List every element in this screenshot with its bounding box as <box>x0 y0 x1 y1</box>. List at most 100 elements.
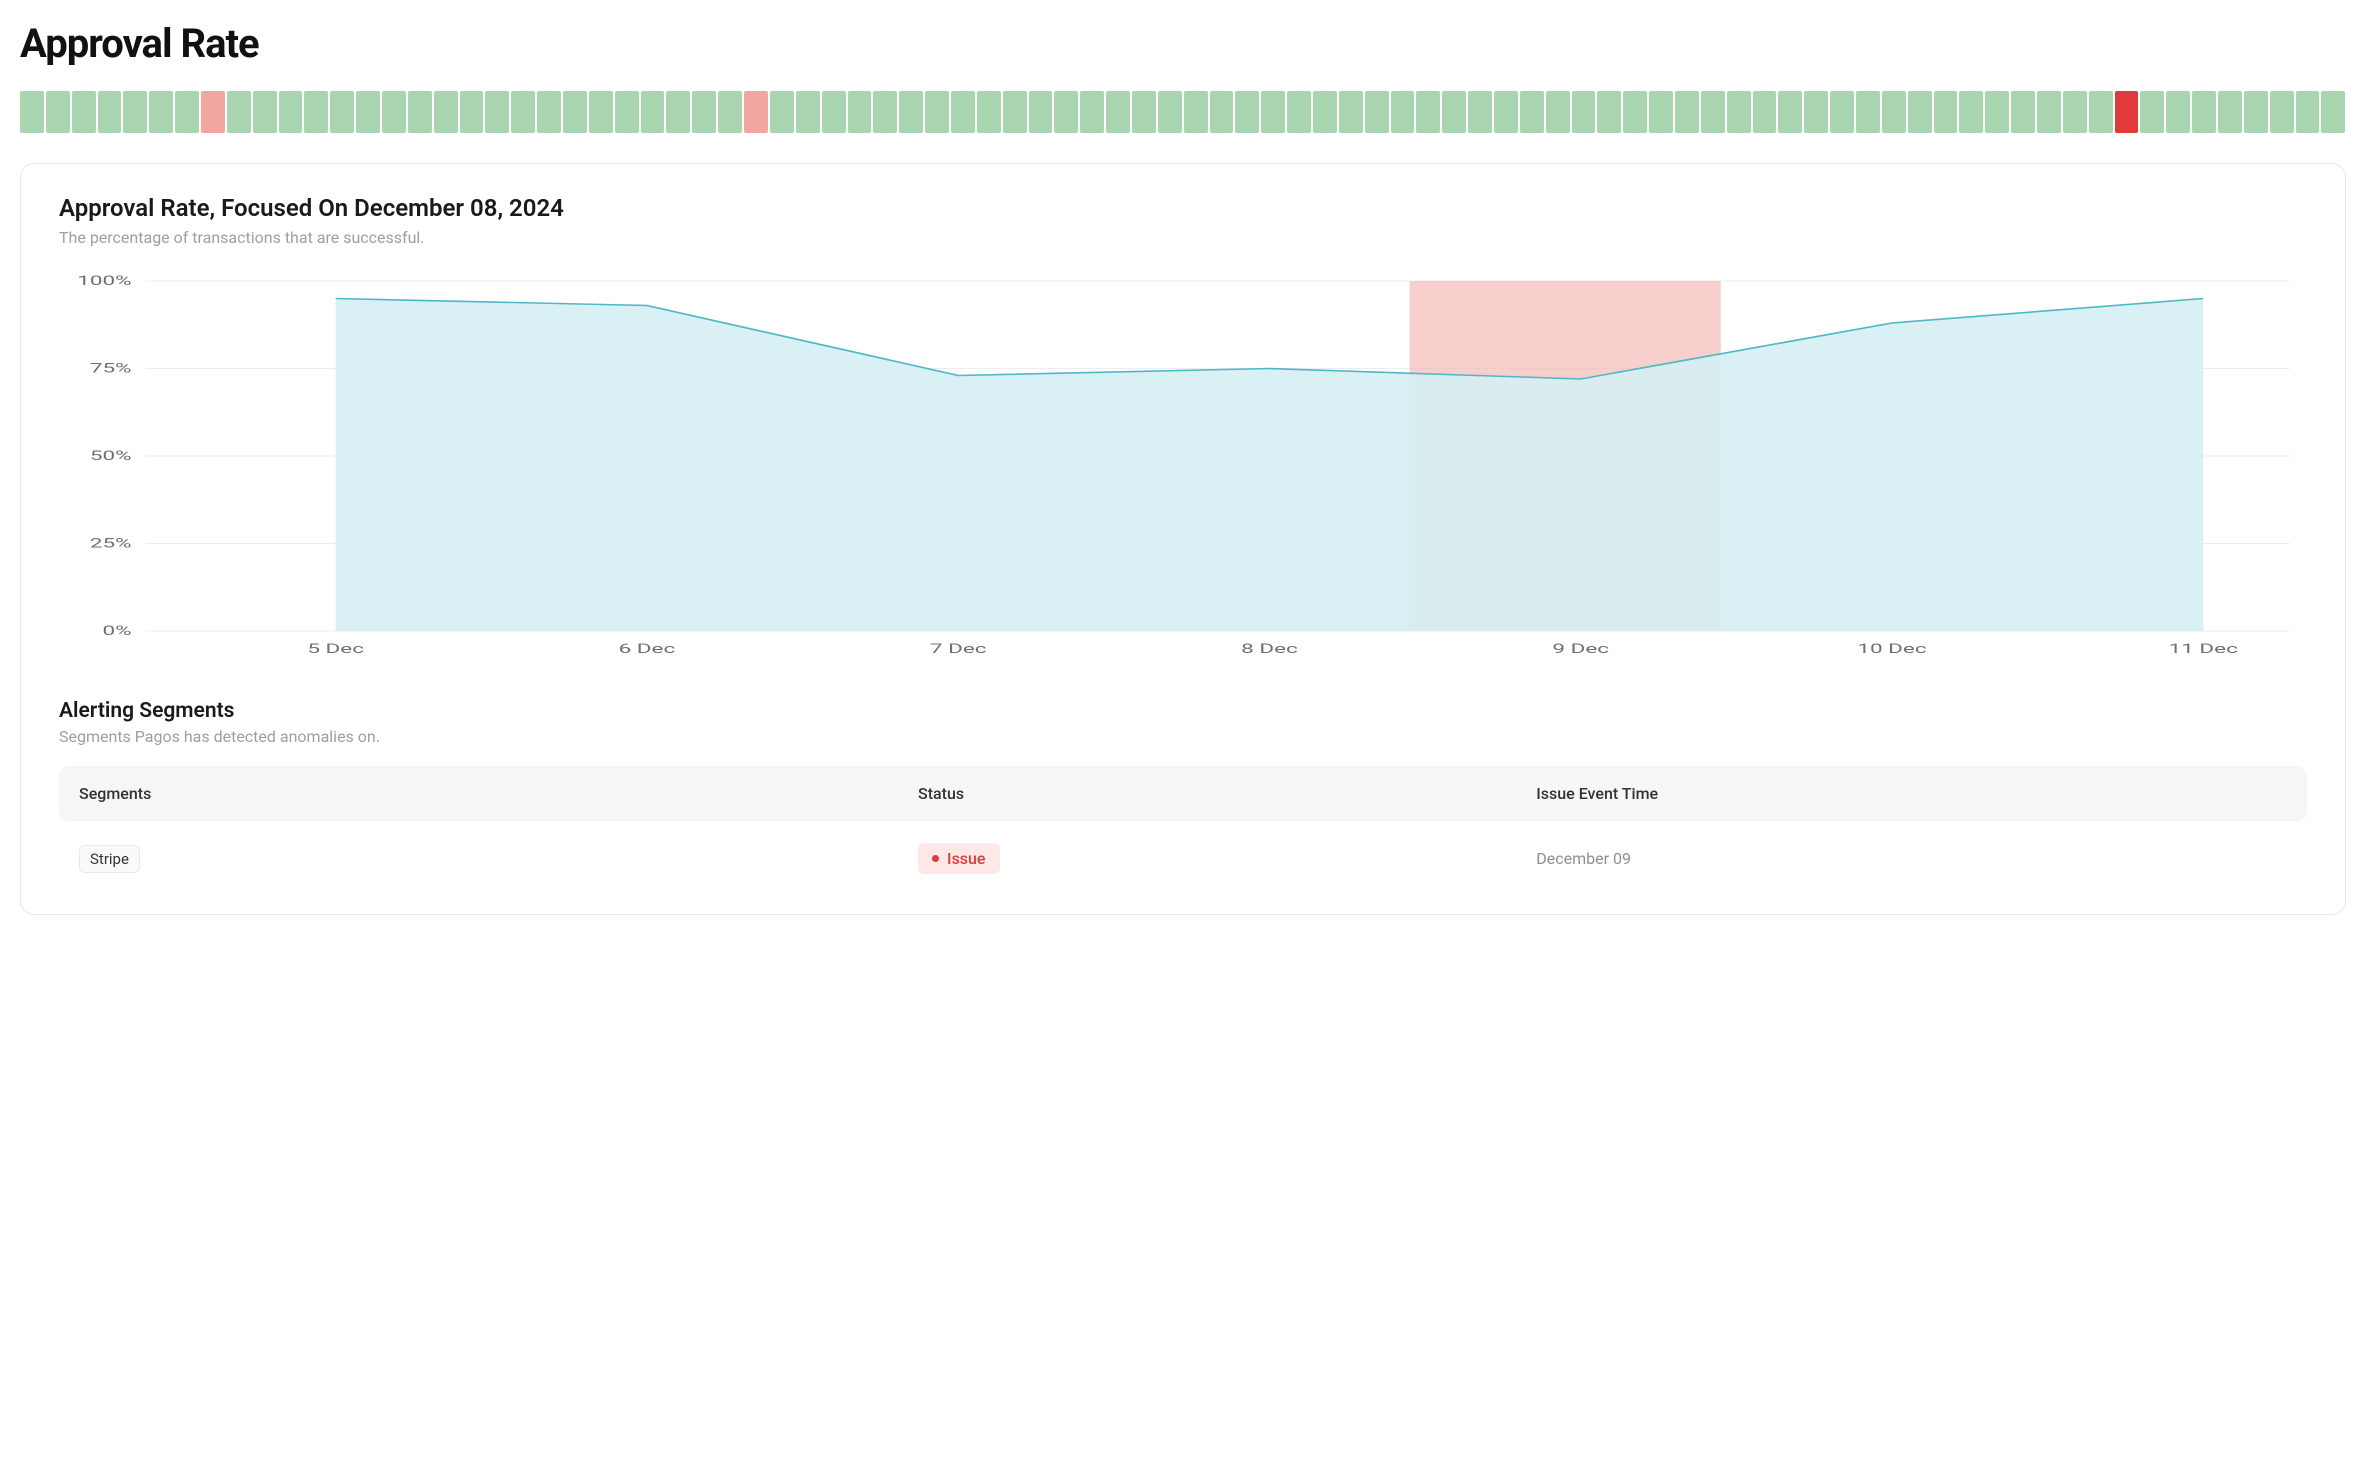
status-cell[interactable] <box>1054 91 1078 133</box>
status-cell[interactable] <box>434 91 458 133</box>
status-cell[interactable] <box>977 91 1001 133</box>
status-cell[interactable] <box>1701 91 1725 133</box>
status-cell[interactable] <box>2140 91 2164 133</box>
segments-title: Alerting Segments <box>59 699 2307 723</box>
status-cell[interactable] <box>2321 91 2345 133</box>
status-cell[interactable] <box>1442 91 1466 133</box>
status-cell[interactable] <box>2115 91 2139 133</box>
status-cell[interactable] <box>2296 91 2320 133</box>
status-cell[interactable] <box>666 91 690 133</box>
status-cell[interactable] <box>98 91 122 133</box>
status-cell[interactable] <box>1649 91 1673 133</box>
status-cell[interactable] <box>511 91 535 133</box>
status-cell[interactable] <box>1804 91 1828 133</box>
status-cell[interactable] <box>1856 91 1880 133</box>
status-cell[interactable] <box>356 91 380 133</box>
y-tick-label: 0% <box>103 624 132 639</box>
status-cell[interactable] <box>1985 91 2009 133</box>
status-cell[interactable] <box>2192 91 2216 133</box>
status-cell[interactable] <box>1313 91 1337 133</box>
status-cell[interactable] <box>2037 91 2061 133</box>
status-cell[interactable] <box>1080 91 1104 133</box>
status-cell[interactable] <box>873 91 897 133</box>
x-tick-label: 8 Dec <box>1241 642 1298 657</box>
status-cell[interactable] <box>304 91 328 133</box>
status-cell[interactable] <box>1623 91 1647 133</box>
status-cell[interactable] <box>925 91 949 133</box>
status-cell[interactable] <box>175 91 199 133</box>
status-cell[interactable] <box>1339 91 1363 133</box>
status-cell[interactable] <box>1727 91 1751 133</box>
status-cell[interactable] <box>899 91 923 133</box>
status-cell[interactable] <box>589 91 613 133</box>
status-cell[interactable] <box>2011 91 2035 133</box>
status-cell[interactable] <box>718 91 742 133</box>
status-cell[interactable] <box>2089 91 2113 133</box>
status-cell[interactable] <box>770 91 794 133</box>
status-cell[interactable] <box>2270 91 2294 133</box>
status-cell[interactable] <box>2166 91 2190 133</box>
status-cell[interactable] <box>1830 91 1854 133</box>
status-cell[interactable] <box>796 91 820 133</box>
status-cell[interactable] <box>279 91 303 133</box>
col-header-segments: Segments <box>79 784 918 803</box>
status-cell[interactable] <box>460 91 484 133</box>
status-cell[interactable] <box>615 91 639 133</box>
status-cell[interactable] <box>1882 91 1906 133</box>
main-card: Approval Rate, Focused On December 08, 2… <box>20 163 2346 915</box>
status-cell[interactable] <box>1959 91 1983 133</box>
status-cell[interactable] <box>2244 91 2268 133</box>
y-tick-label: 25% <box>90 536 132 551</box>
status-cell[interactable] <box>822 91 846 133</box>
status-cell[interactable] <box>1778 91 1802 133</box>
status-cell[interactable] <box>1675 91 1699 133</box>
status-cell[interactable] <box>1494 91 1518 133</box>
status-cell[interactable] <box>537 91 561 133</box>
status-cell[interactable] <box>1753 91 1777 133</box>
status-cell[interactable] <box>1235 91 1259 133</box>
status-cell[interactable] <box>20 91 44 133</box>
status-cell[interactable] <box>123 91 147 133</box>
status-cell[interactable] <box>1184 91 1208 133</box>
status-cell[interactable] <box>149 91 173 133</box>
status-cell[interactable] <box>1572 91 1596 133</box>
status-cell[interactable] <box>641 91 665 133</box>
status-cell[interactable] <box>253 91 277 133</box>
status-cell[interactable] <box>1416 91 1440 133</box>
status-cell[interactable] <box>744 91 768 133</box>
status-cell[interactable] <box>1029 91 1053 133</box>
status-cell[interactable] <box>2218 91 2242 133</box>
status-cell[interactable] <box>1934 91 1958 133</box>
status-cell[interactable] <box>201 91 225 133</box>
status-cell[interactable] <box>227 91 251 133</box>
status-cell[interactable] <box>382 91 406 133</box>
x-tick-label: 7 Dec <box>930 642 987 657</box>
status-cell[interactable] <box>1468 91 1492 133</box>
status-cell[interactable] <box>72 91 96 133</box>
segment-chip[interactable]: Stripe <box>79 845 140 873</box>
status-cell[interactable] <box>692 91 716 133</box>
status-cell[interactable] <box>1391 91 1415 133</box>
status-cell[interactable] <box>1210 91 1234 133</box>
status-cell[interactable] <box>1520 91 1544 133</box>
status-cell[interactable] <box>1908 91 1932 133</box>
status-cell[interactable] <box>1106 91 1130 133</box>
status-cell[interactable] <box>563 91 587 133</box>
status-cell[interactable] <box>848 91 872 133</box>
status-cell[interactable] <box>408 91 432 133</box>
table-row[interactable]: StripeIssueDecember 09 <box>59 833 2307 884</box>
status-cell[interactable] <box>1003 91 1027 133</box>
status-cell[interactable] <box>1261 91 1285 133</box>
status-cell[interactable] <box>951 91 975 133</box>
status-cell[interactable] <box>1132 91 1156 133</box>
status-cell[interactable] <box>1287 91 1311 133</box>
status-cell[interactable] <box>2063 91 2087 133</box>
x-tick-label: 5 Dec <box>307 642 364 657</box>
status-cell[interactable] <box>330 91 354 133</box>
status-cell[interactable] <box>1597 91 1621 133</box>
status-cell[interactable] <box>1546 91 1570 133</box>
status-cell[interactable] <box>46 91 70 133</box>
status-cell[interactable] <box>1365 91 1389 133</box>
status-cell[interactable] <box>485 91 509 133</box>
status-cell[interactable] <box>1158 91 1182 133</box>
